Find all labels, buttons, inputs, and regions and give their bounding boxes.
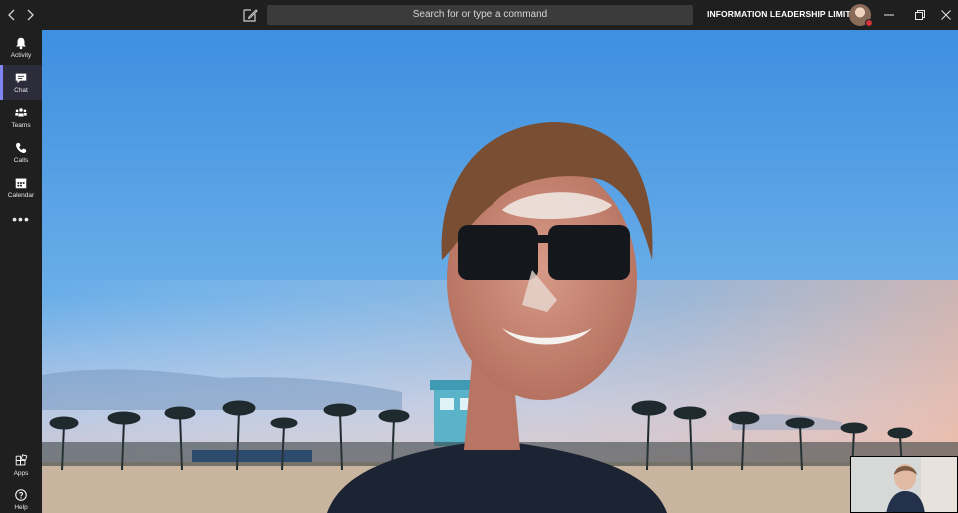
rail-label: Activity (10, 52, 32, 59)
rail-label: Apps (13, 470, 29, 477)
rail-label: Calendar (7, 192, 35, 199)
chevron-right-icon[interactable] (21, 6, 39, 24)
close-icon[interactable] (938, 7, 954, 23)
rail-item-chat[interactable]: Chat (0, 65, 42, 100)
chevron-left-icon[interactable] (3, 6, 21, 24)
teams-icon (15, 108, 27, 117)
self-view-video (851, 457, 957, 512)
restore-icon[interactable] (912, 7, 928, 23)
rail-item-calendar[interactable]: Calendar (0, 170, 42, 205)
search-input[interactable]: Search for or type a command (267, 5, 693, 25)
self-view[interactable] (850, 456, 958, 513)
app-rail: Activity Chat Teams Calls Calendar ••• A… (0, 30, 42, 513)
more-apps-icon[interactable]: ••• (0, 212, 42, 234)
calendar-icon (15, 178, 27, 189)
help-icon (15, 489, 27, 501)
rail-label: Teams (11, 122, 31, 129)
teams-window: Search for or type a command INFORMATION… (0, 0, 958, 513)
chat-icon (15, 73, 27, 84)
rail-item-calls[interactable]: Calls (0, 135, 42, 170)
rail-label: Calls (13, 157, 29, 164)
rail-item-help[interactable]: Help (0, 482, 42, 513)
tenant-name: INFORMATION LEADERSHIP LIMITED (707, 9, 863, 19)
rail-item-teams[interactable]: Teams (0, 100, 42, 135)
presence-busy-icon (865, 19, 873, 27)
bell-icon (16, 37, 26, 50)
video-stage[interactable] (42, 30, 958, 513)
phone-icon (16, 142, 27, 153)
rail-item-activity[interactable]: Activity (0, 30, 42, 65)
participant-video (42, 30, 958, 513)
minimize-icon[interactable] (881, 7, 897, 23)
title-bar: Search for or type a command INFORMATION… (0, 0, 958, 30)
apps-icon (15, 454, 28, 466)
rail-item-apps[interactable]: Apps (0, 448, 42, 483)
avatar[interactable] (849, 4, 873, 27)
rail-label: Help (14, 504, 28, 511)
rail-label: Chat (14, 87, 28, 94)
compose-icon[interactable] (241, 6, 259, 24)
